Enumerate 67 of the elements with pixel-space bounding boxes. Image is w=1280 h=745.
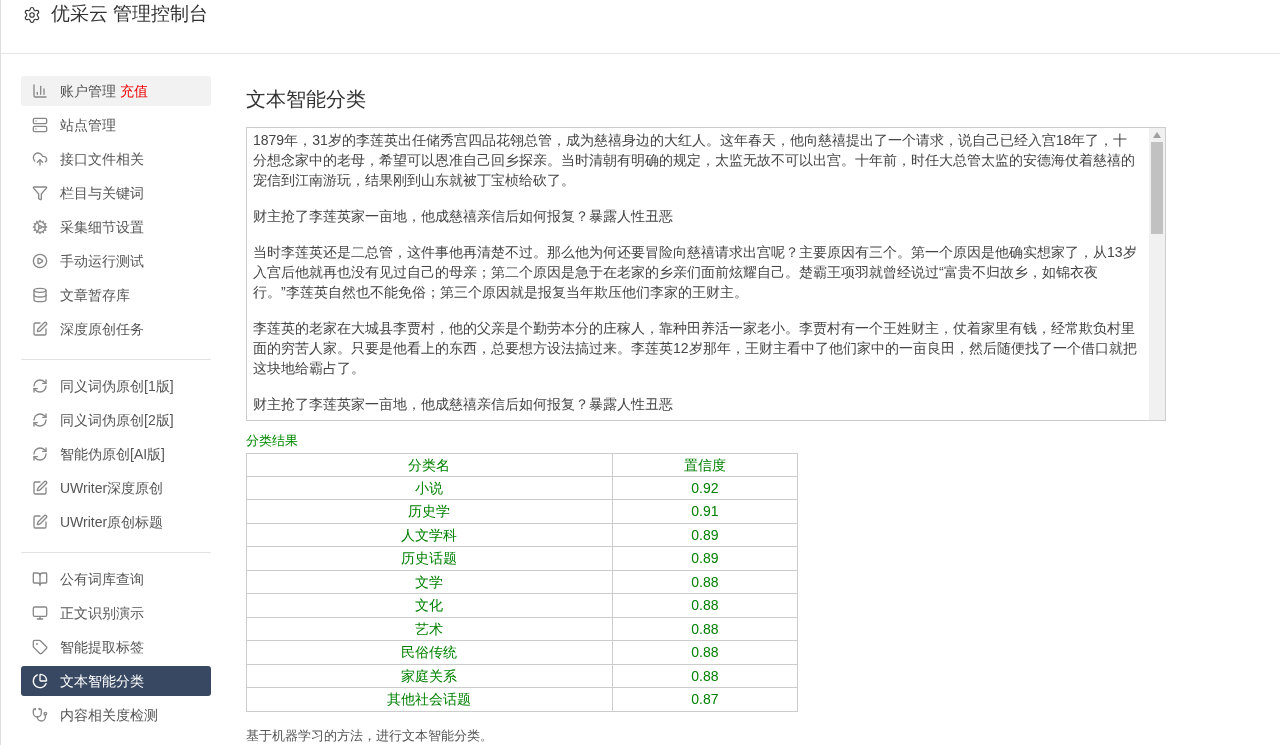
table-cell: 0.87: [612, 687, 798, 711]
tag-icon: [32, 639, 48, 655]
text-area[interactable]: 1879年，31岁的李莲英出任储秀宫四品花翎总管，成为慈禧身边的大红人。这年春天，他向慈禧提出了一个请求，说自己已经入宫18年了，十分想念家中的老母，希望可以恩准自己回乡探亲。当时清朝有明确的规定，太监无故不可以出宫。十年前，时任大总管太监的安德海仗着慈禧的宠信到江南游玩，结果刚到山东就被丁宝桢给砍了。 财主抢了李莲英家一亩地，他成慈禧亲信后如何报复？暴露人性丑恶 当时李莲英还是二总管，这件事他再清楚不过。那么他为何还要冒险向慈禧请求出宫呢？主要原因有三个。第一个原因是他确实想家了，从13岁入宫后他就再也没有见过自己的母亲；第二个原因是急于在老家的乡亲们面前炫耀自己。楚霸王项羽就曾经说过“富贵不归故乡，如锦衣夜行。”李莲英自然也不能免俗；第三个原因就是报复当年欺压他们李家的王财主。 李莲英的老家在大城县李贾村，他的父亲是个勤劳本分的庄稼人，靠种田养活一家老小。李贾村有一个王姓财主，仗着家里有钱，经常欺负村里面的穷苦人家。只要是他看上的东西，总要想方设法搞过来。李莲英12岁那年，王财主看中了他们家中的一亩良田，然后随便找了一个借口就把这块地给霸占了。 财主抢了李莲英家一亩地，他成慈禧亲信后如何报复？暴露人性丑恶: [246, 127, 1166, 421]
sidebar-item[interactable]: 文本智能分类: [21, 666, 211, 696]
sidebar-item[interactable]: 正文识别演示: [21, 598, 211, 628]
settings-icon[interactable]: [23, 5, 41, 24]
refresh-icon: [32, 378, 48, 394]
chart-icon: [32, 83, 48, 99]
table-cell: 小说: [246, 476, 613, 500]
table-cell: 家庭关系: [246, 664, 613, 688]
sidebar-item[interactable]: UWriter原创标题: [21, 507, 211, 537]
table-cell: 0.89: [612, 546, 798, 570]
sidebar-item[interactable]: UWriter深度原创: [21, 473, 211, 503]
table-cell: 民俗传统: [246, 640, 613, 664]
sidebar-item[interactable]: 文章暂存库: [21, 280, 211, 310]
table-cell: 其他社会话题: [246, 687, 613, 711]
table-cell: 人文学科: [246, 523, 613, 547]
column-header: 置信度: [612, 453, 798, 476]
sidebar-item[interactable]: 账户管理 充值: [21, 76, 211, 106]
table-cell: 0.89: [612, 523, 798, 547]
sidebar-item[interactable]: 内容相关度检测: [21, 700, 211, 730]
table-cell: 0.88: [612, 570, 798, 594]
column-header: 分类名: [246, 453, 613, 476]
server-icon: [32, 117, 48, 133]
scroll-up-arrow-icon[interactable]: [1153, 132, 1161, 138]
gears-icon: [32, 219, 48, 235]
table-cell: 艺术: [246, 617, 613, 641]
sidebar-item[interactable]: 栏目与关键词: [21, 178, 211, 208]
table-cell: 0.88: [612, 593, 798, 617]
table-cell: 0.91: [612, 499, 798, 523]
sidebar-item[interactable]: 同义词伪原创[1版]: [21, 371, 211, 401]
stethoscope-icon: [32, 707, 48, 723]
cloud-upload-icon: [32, 151, 48, 167]
description-text: 基于机器学习的方法，进行文本智能分类。: [246, 726, 493, 745]
sidebar-item[interactable]: 手动运行测试: [21, 246, 211, 276]
play-icon: [32, 253, 48, 269]
pie-chart-icon: [32, 673, 48, 689]
sidebar-item[interactable]: 站点管理: [21, 110, 211, 140]
scrollbar-thumb[interactable]: [1151, 142, 1163, 234]
page-heading: 文本智能分类: [246, 87, 366, 112]
sidebar-item[interactable]: 深度原创任务: [21, 314, 211, 344]
book-icon: [32, 571, 48, 587]
table-cell: 0.92: [612, 476, 798, 500]
result-label: 分类结果: [246, 432, 298, 450]
database-icon: [32, 287, 48, 303]
sidebar-item[interactable]: 智能提取标签: [21, 632, 211, 662]
edit-icon: [32, 321, 48, 337]
sidebar-item[interactable]: 采集细节设置: [21, 212, 211, 242]
table-cell: 0.88: [612, 617, 798, 641]
refresh-icon: [32, 412, 48, 428]
table-cell: 文化: [246, 593, 613, 617]
sidebar-item[interactable]: 公有词库查询: [21, 564, 211, 594]
refresh-icon: [32, 446, 48, 462]
filter-icon: [32, 185, 48, 201]
table-cell: 0.88: [612, 664, 798, 688]
app-title: 优采云 管理控制台: [51, 2, 209, 27]
scrollbar[interactable]: [1149, 128, 1165, 420]
edit-icon: [32, 514, 48, 530]
sidebar-item[interactable]: 智能伪原创[AI版]: [21, 439, 211, 469]
edit-icon: [32, 480, 48, 496]
monitor-icon: [32, 605, 48, 621]
table-cell: 0.88: [612, 640, 798, 664]
sidebar-item[interactable]: 接口文件相关: [21, 144, 211, 174]
table-cell: 历史话题: [246, 546, 613, 570]
sidebar-item[interactable]: 同义词伪原创[2版]: [21, 405, 211, 435]
table-cell: 文学: [246, 570, 613, 594]
table-cell: 历史学: [246, 499, 613, 523]
